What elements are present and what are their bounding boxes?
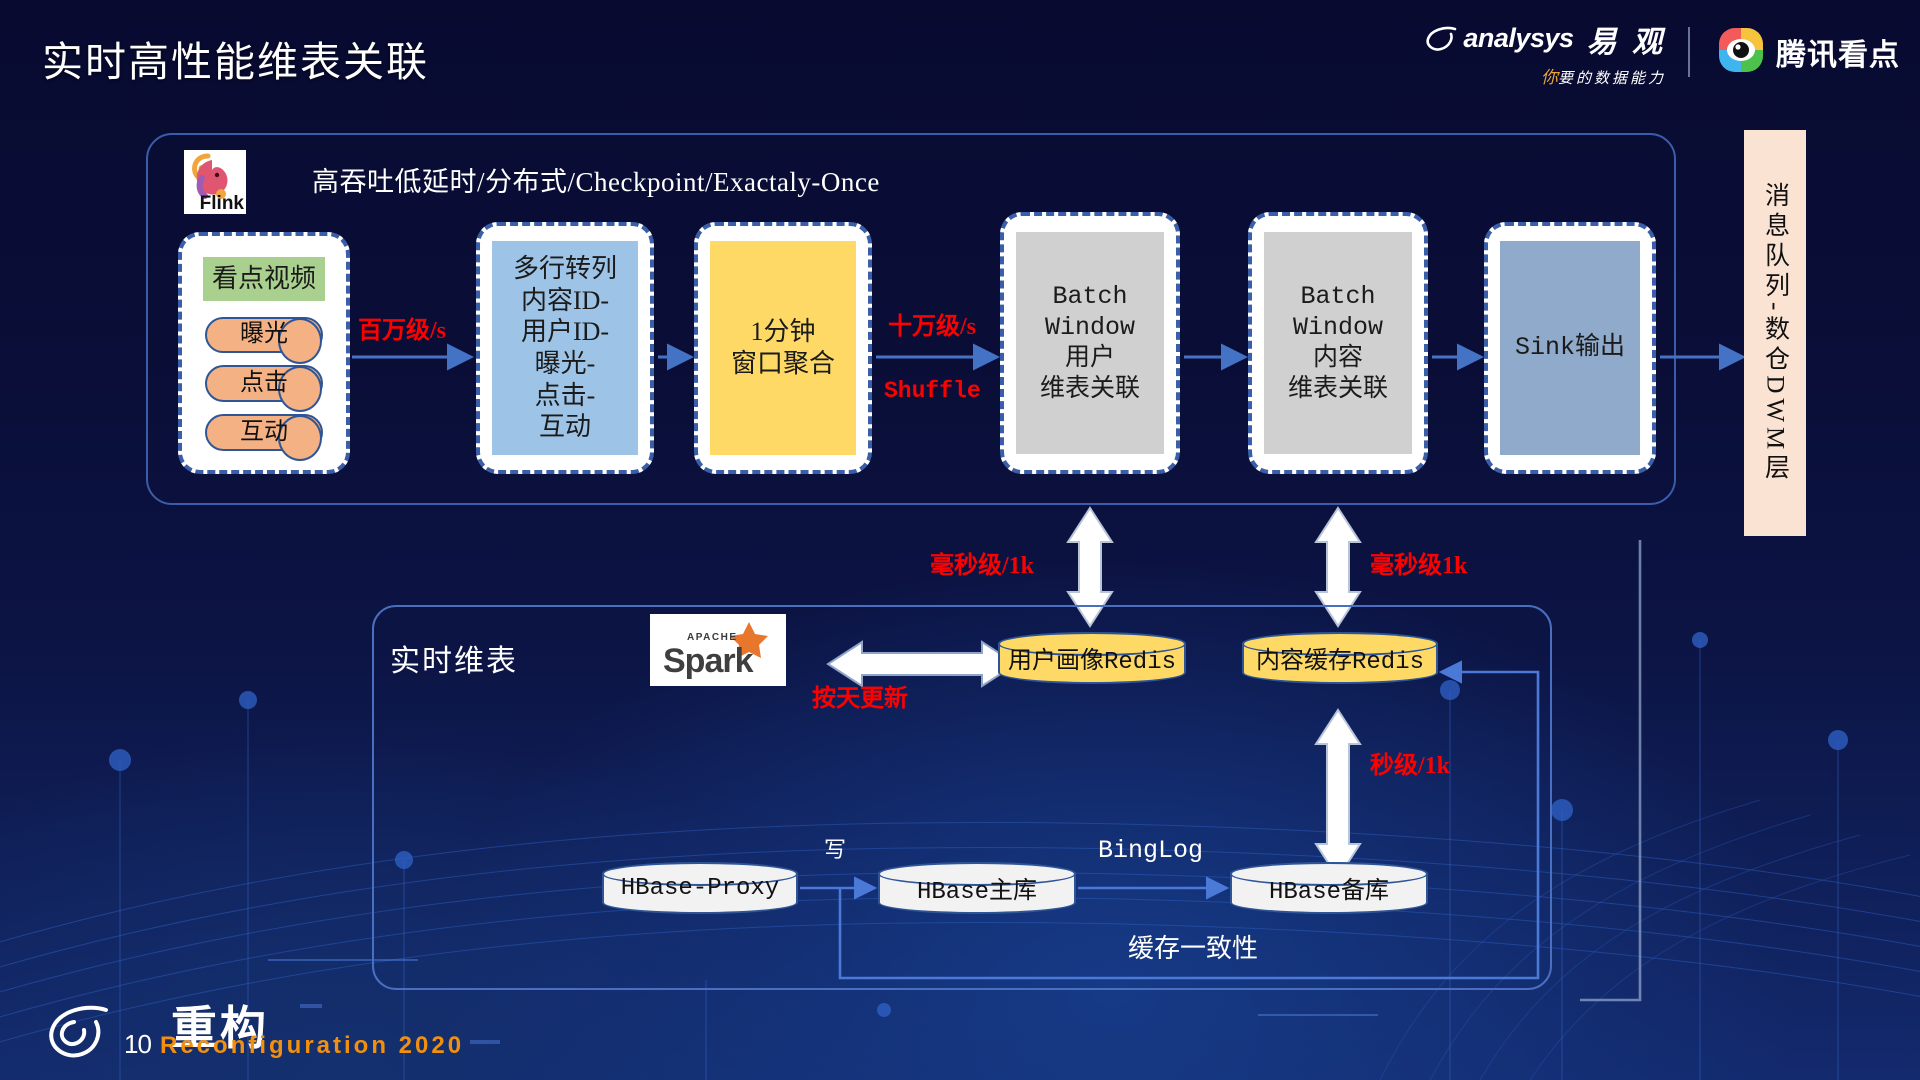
kandian-wordmark: 腾讯看点 (1776, 39, 1900, 72)
transform-line-4: 曝光- (534, 349, 596, 378)
sink-label: Sink输出 (1514, 332, 1625, 362)
source-chip-exposure: 曝光 (205, 316, 323, 364)
source-chip-interaction: 互动 (205, 414, 323, 461)
stage-sink[interactable]: Sink输出 (1484, 222, 1656, 474)
source-header: 看点视频 (203, 257, 325, 301)
bw-content-line-1: Batch (1300, 282, 1376, 311)
bw-content-line-4: 维表关联 (1287, 374, 1388, 402)
label-latency-user: 毫秒级/1k (930, 553, 1035, 579)
analysys-wordmark: analysys (1463, 23, 1574, 53)
analysys-logo: analysys 易 观 你 要的数据能力 (1425, 17, 1688, 88)
transform-line-3: 用户ID- (520, 317, 610, 347)
transform-line-5: 点击- (534, 380, 596, 410)
label-hundred-thousand-per-sec: 十万级/s (888, 314, 977, 340)
hbase-standby[interactable]: HBase备库 (1230, 862, 1428, 914)
svg-text:Spark: Spark (663, 642, 754, 680)
window-agg-line-2: 窗口聚合 (730, 349, 835, 378)
analysys-brand-icon (44, 1002, 118, 1064)
bw-user-line-3: 用户 (1064, 344, 1115, 371)
logo-divider (1688, 27, 1690, 77)
bw-user-line-4: 维表关联 (1039, 374, 1140, 402)
bw-content-line-3: 内容 (1312, 344, 1363, 371)
flink-logo-label: Flink (199, 193, 244, 214)
hbase-proxy[interactable]: HBase-Proxy (602, 862, 798, 914)
transform-line-1: 多行转列 (512, 253, 617, 283)
message-queue-panel[interactable]: 消息队列-数仓DWM层 (1744, 130, 1806, 536)
page-number: 10 (124, 1029, 152, 1059)
stage-transform[interactable]: 多行转列 内容ID- 用户ID- 曝光- 点击- 互动 (476, 222, 654, 474)
brand-en-title: Reconfiguration 2020 (160, 1032, 465, 1059)
analysys-cn-name: 易 观 (1586, 25, 1666, 59)
label-binlog: BingLog (1098, 836, 1204, 865)
stage-source[interactable]: 看点视频 曝光 点击 互动 (178, 232, 350, 474)
transform-line-2: 内容ID- (520, 285, 610, 315)
stage-window-aggregate[interactable]: 1分钟 窗口聚合 (694, 222, 872, 474)
logo-zone: analysys 易 观 你 要的数据能力 腾讯看点 (1425, 16, 1900, 88)
transform-line-6: 互动 (538, 412, 591, 442)
flink-caption: 高吞吐低延时/分布式/Checkpoint/Exactaly-Once (312, 167, 880, 197)
label-daily-update: 按天更新 (812, 686, 908, 712)
analysys-tagline-accent: 你 (1540, 67, 1558, 87)
outer-loop-line (1580, 540, 1642, 1002)
realtime-dim-title: 实时维表 (390, 645, 518, 678)
label-latency-content: 毫秒级1k (1370, 553, 1468, 579)
window-agg-line-1: 1分钟 (750, 317, 816, 347)
message-queue-label: 消息队列-数仓DWM层 (1761, 181, 1789, 485)
bw-user-line-1: Batch (1052, 282, 1128, 311)
bw-user-line-2: Window (1044, 312, 1135, 342)
redis-user-profile[interactable]: 用户画像Redis (998, 632, 1186, 684)
stage-batch-window-user[interactable]: Batch Window 用户 维表关联 (1000, 212, 1180, 474)
stage-batch-window-content[interactable]: Batch Window 内容 维表关联 (1248, 212, 1428, 474)
redis-content-cache[interactable]: 内容缓存Redis (1242, 632, 1438, 684)
analysys-mark-icon (1425, 26, 1459, 52)
kandian-logo: 腾讯看点 (1716, 25, 1900, 80)
hbase-primary[interactable]: HBase主库 (878, 862, 1076, 914)
kandian-eye-icon (1716, 25, 1766, 80)
label-shuffle: Shuffle (884, 378, 981, 404)
spark-logo-icon: APACHE Spark (650, 614, 786, 686)
page-title: 实时高性能维表关联 (42, 39, 429, 85)
source-chip-click: 点击 (205, 365, 323, 413)
bw-content-line-2: Window (1292, 312, 1383, 342)
analysys-tagline: 要的数据能力 (1557, 70, 1666, 87)
label-write: 写 (824, 837, 847, 862)
flink-logo-icon: Flink (184, 150, 246, 214)
label-million-per-sec: 百万级/s (358, 318, 447, 344)
label-cache-consistency: 缓存一致性 (1128, 934, 1259, 963)
